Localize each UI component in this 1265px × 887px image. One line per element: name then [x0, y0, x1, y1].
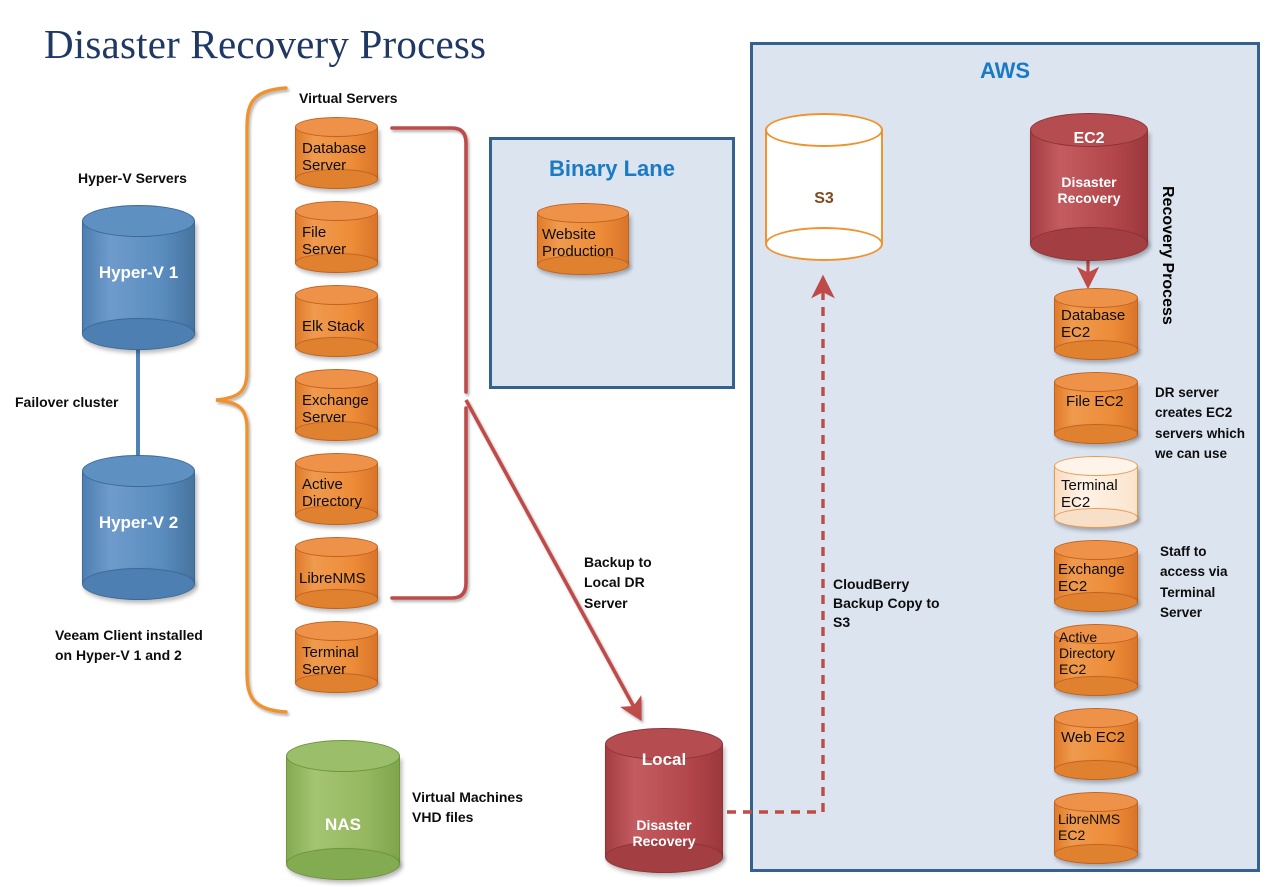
cylinder-bottom — [765, 227, 883, 261]
node-database-ec2[interactable]: Database EC2 — [1054, 288, 1138, 360]
cylinder-bottom — [1054, 424, 1138, 444]
cylinder-top — [1054, 288, 1138, 308]
cylinder-top — [295, 369, 378, 389]
node-s3[interactable]: S3 — [765, 113, 883, 261]
cylinder-top — [1054, 792, 1138, 812]
node-nas[interactable]: NAS — [286, 740, 400, 880]
cylinder-top — [1054, 708, 1138, 728]
cylinder-top — [295, 117, 378, 137]
failover-cluster-label: Failover cluster — [15, 394, 119, 410]
diagram-canvas: Disaster Recovery Process Binary Lane AW… — [0, 0, 1265, 887]
recovery-process-label: Recovery Process — [1159, 186, 1176, 325]
cylinder-top — [1054, 624, 1138, 644]
nas-note: Virtual Machines VHD files — [412, 789, 524, 826]
cylinder-bottom — [605, 841, 723, 873]
cylinder-bottom — [295, 505, 378, 525]
cylinder-top — [295, 621, 378, 641]
node-file-ec2[interactable]: File EC2 — [1054, 372, 1138, 444]
node-exchange-server[interactable]: Exchange Server — [295, 369, 378, 441]
annotation-cloudberry: CloudBerry Backup Copy to S3 — [833, 576, 940, 630]
node-librenms[interactable]: LibreNMS — [295, 537, 378, 609]
page-title: Disaster Recovery Process — [44, 21, 487, 67]
virtual-servers-heading: Virtual Servers — [299, 90, 398, 106]
annotation-dr-creates: DR server creates EC2 servers which we c… — [1155, 385, 1246, 461]
cylinder-bottom — [295, 253, 378, 273]
cylinder-bottom — [1054, 676, 1138, 696]
node-active-directory-ec2[interactable]: Active Directory EC2 — [1054, 624, 1138, 696]
region-binary-lane-title: Binary Lane — [549, 156, 675, 181]
annotation-staff-access: Staff to access via Terminal Server — [1160, 544, 1228, 620]
cylinder-top — [82, 455, 195, 487]
cylinder-top — [1054, 456, 1138, 476]
cylinder-top — [1054, 372, 1138, 392]
node-elk-stack[interactable]: Elk Stack — [295, 285, 378, 357]
cylinder-bottom — [295, 169, 378, 189]
node-exchange-ec2[interactable]: Exchange EC2 — [1054, 540, 1138, 612]
annotation-backup-local: Backup to Local DR Server — [584, 554, 652, 611]
cylinder-bottom — [1054, 760, 1138, 780]
cylinder-top — [765, 113, 883, 147]
hyperv-heading: Hyper-V Servers — [78, 170, 187, 186]
cylinder-bottom — [286, 848, 400, 880]
cylinder-bottom — [1054, 508, 1138, 528]
cylinder-top — [82, 205, 195, 237]
node-hyperv-2[interactable]: Hyper-V 2 — [82, 455, 195, 600]
node-active-directory[interactable]: Active Directory — [295, 453, 378, 525]
cylinder-top — [537, 203, 629, 223]
cylinder-bottom — [537, 255, 629, 275]
node-ec2-disaster-recovery[interactable]: EC2 Disaster Recovery — [1030, 113, 1148, 261]
cylinder-top — [286, 740, 400, 772]
cylinder-top — [295, 201, 378, 221]
cylinder-top — [295, 285, 378, 305]
region-aws-title: AWS — [979, 58, 1031, 83]
node-website-production[interactable]: Website Production — [537, 203, 629, 275]
cylinder-bottom — [1054, 592, 1138, 612]
veeam-note: Veeam Client installed on Hyper-V 1 and … — [55, 627, 203, 664]
cylinder-bottom — [295, 673, 378, 693]
cylinder-top — [295, 537, 378, 557]
cylinder-bottom — [82, 568, 195, 600]
cylinder-bottom — [295, 337, 378, 357]
cylinder-bottom — [1054, 340, 1138, 360]
virtual-servers-red-bracket — [390, 126, 468, 600]
cylinder-bottom — [1030, 227, 1148, 261]
node-hyperv-1[interactable]: Hyper-V 1 — [82, 205, 195, 350]
cylinder-top — [1054, 540, 1138, 560]
node-librenms-ec2[interactable]: LibreNMS EC2 — [1054, 792, 1138, 864]
cylinder-bottom — [82, 318, 195, 350]
cylinder-top — [295, 453, 378, 473]
node-database-server[interactable]: Database Server — [295, 117, 378, 189]
node-terminal-ec2[interactable]: Terminal EC2 — [1054, 456, 1138, 528]
cylinder-bottom — [295, 421, 378, 441]
node-terminal-server[interactable]: Terminal Server — [295, 621, 378, 693]
node-web-ec2[interactable]: Web EC2 — [1054, 708, 1138, 780]
node-file-server[interactable]: File Server — [295, 201, 378, 273]
cylinder-top — [605, 728, 723, 760]
cylinder-bottom — [1054, 844, 1138, 864]
cylinder-top — [1030, 113, 1148, 147]
node-local-dr[interactable]: Local Disaster Recovery — [605, 728, 723, 873]
cylinder-bottom — [295, 589, 378, 609]
